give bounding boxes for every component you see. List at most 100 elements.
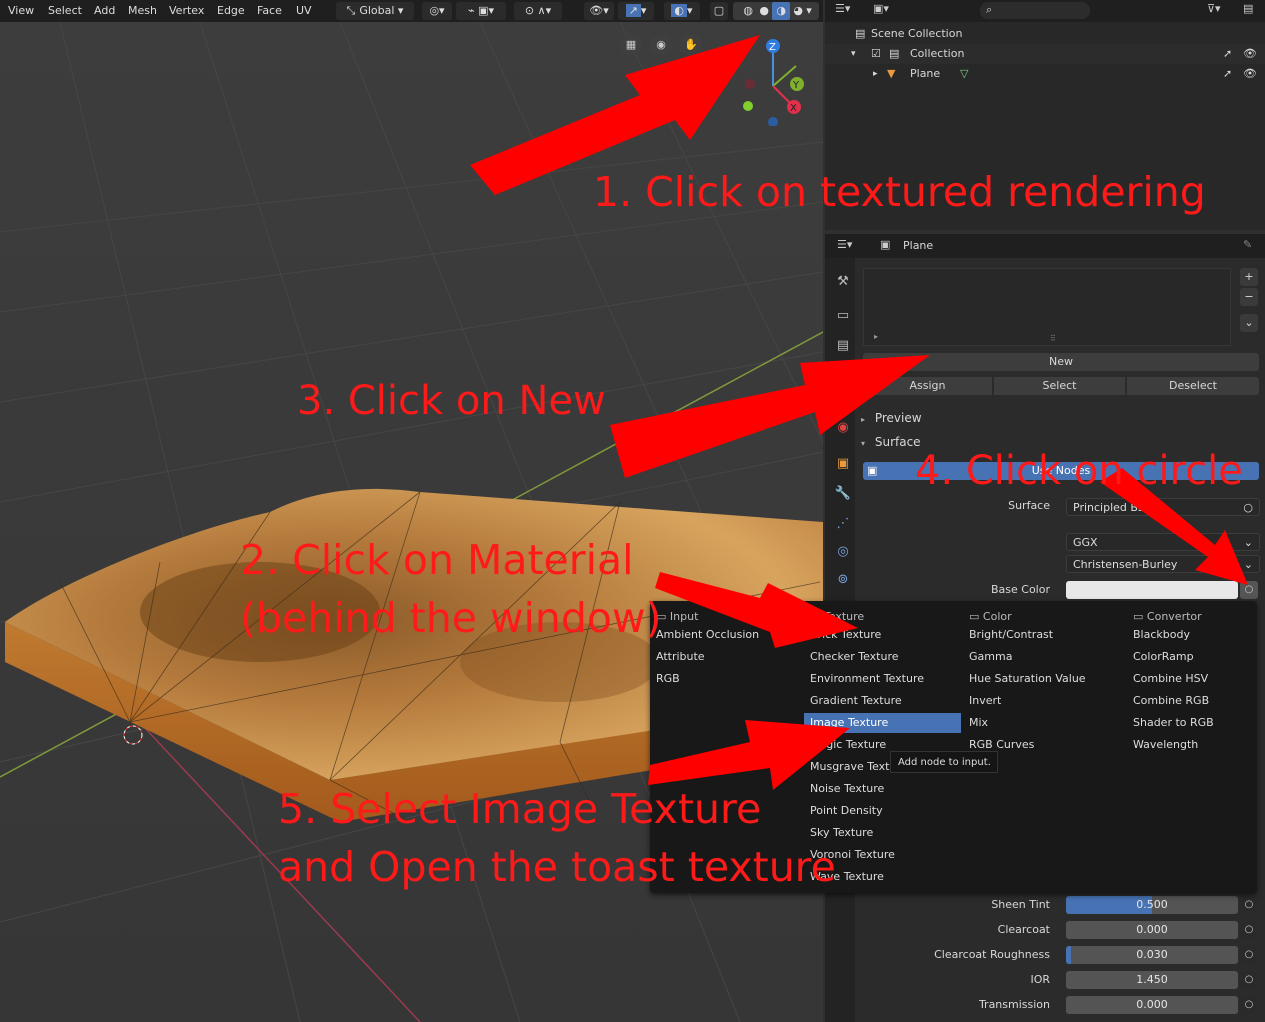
gizmo-icon[interactable]: ↗ ▾ [618, 2, 654, 20]
chevron-down-icon[interactable]: ⌄ [1240, 314, 1258, 332]
menu-item-combine-rgb[interactable]: Combine RGB [1127, 691, 1257, 711]
circle-icon[interactable]: ○ [1240, 896, 1258, 914]
surface-shader-selector[interactable]: Principled BSDF ○ [1066, 498, 1260, 516]
cursor-icon[interactable]: ➚ [1223, 64, 1232, 84]
menu-item-brick-texture[interactable]: Brick Texture [804, 625, 961, 645]
new-material-button[interactable]: New [863, 353, 1259, 371]
eye-icon[interactable]: 👁 [1243, 64, 1257, 84]
menu-item-rgb[interactable]: RGB [650, 669, 804, 689]
menu-edge[interactable]: Edge [213, 0, 249, 22]
plane-row[interactable]: ▸ ▼ Plane ▽ ➚ 👁 [825, 64, 1265, 84]
navigation-gizmo[interactable]: Z Y X [738, 36, 818, 126]
circle-icon[interactable]: ○ [1240, 971, 1258, 989]
collapse-icon[interactable]: ▸ [873, 64, 878, 84]
transmission-slider[interactable]: 0.000 [1066, 996, 1238, 1014]
menu-item-point-density[interactable]: Point Density [804, 801, 961, 821]
circle-icon[interactable]: ○ [1240, 921, 1258, 939]
particles-tab-icon[interactable]: ⋰ [833, 514, 853, 534]
camera-icon[interactable]: ◉ [650, 34, 672, 56]
remove-slot-icon[interactable]: − [1240, 288, 1258, 306]
menu-item-environment-texture[interactable]: Environment Texture [804, 669, 961, 689]
subsurface-method-dropdown[interactable]: Christensen-Burley ⌄ [1066, 555, 1260, 573]
expand-icon[interactable]: ▾ [851, 44, 856, 64]
menu-item-gamma[interactable]: Gamma [963, 647, 1127, 667]
menu-item-noise-texture[interactable]: Noise Texture [804, 779, 961, 799]
preview-panel-header[interactable]: ▸ Preview [861, 409, 1261, 427]
rendered-shading-icon[interactable]: ◕ [790, 2, 806, 20]
menu-add[interactable]: Add [90, 0, 119, 22]
menu-uv[interactable]: UV [292, 0, 316, 22]
overlay-icon[interactable]: ◐ ▾ [664, 2, 700, 20]
deselect-button[interactable]: Deselect [1127, 377, 1259, 395]
visibility-icon[interactable]: 👁▾ [584, 2, 614, 20]
pin-icon[interactable]: ✎ [1243, 238, 1252, 251]
menu-item-invert[interactable]: Invert [963, 691, 1127, 711]
eye-icon[interactable]: 👁 [1243, 44, 1257, 64]
object-icon: ▣ [880, 238, 891, 251]
material-slot-list[interactable]: ▸ ⠿ [863, 268, 1231, 346]
menu-item-gradient-texture[interactable]: Gradient Texture [804, 691, 961, 711]
checkbox-icon[interactable]: ☑ [871, 44, 881, 64]
output-tab-icon[interactable]: ▤ [833, 336, 853, 356]
menu-item-sky-texture[interactable]: Sky Texture [804, 823, 961, 843]
wireframe-shading-icon[interactable]: ◍ [740, 2, 756, 20]
sheen-tint-slider[interactable]: 0.500 [1066, 896, 1238, 914]
menu-item-attribute[interactable]: Attribute [650, 647, 804, 667]
grid-icon[interactable]: ▦ [620, 34, 642, 56]
scene-collection-row[interactable]: ▤ Scene Collection [825, 24, 1265, 44]
menu-select[interactable]: Select [44, 0, 86, 22]
menu-item-combine-hsv[interactable]: Combine HSV [1127, 669, 1257, 689]
cursor-icon[interactable]: ➚ [1223, 44, 1232, 64]
menu-item-wavelength[interactable]: Wavelength [1127, 735, 1257, 755]
physics-tab-icon[interactable]: ◎ [833, 542, 853, 562]
world-tab-icon[interactable]: ◉ [833, 418, 853, 438]
hand-icon[interactable]: ✋ [680, 34, 702, 56]
add-slot-icon[interactable]: + [1240, 268, 1258, 286]
menu-item-checker-texture[interactable]: Checker Texture [804, 647, 961, 667]
filter-icon[interactable]: ⊽▾ [1207, 2, 1221, 15]
menu-view[interactable]: View [4, 0, 38, 22]
new-collection-icon[interactable]: ▤ [1243, 2, 1253, 15]
base-color-socket-icon[interactable]: ○ [1240, 581, 1258, 599]
menu-mesh[interactable]: Mesh [124, 0, 161, 22]
menu-item-colorramp[interactable]: ColorRamp [1127, 647, 1257, 667]
xray-icon[interactable]: ▢ [710, 2, 728, 20]
resize-handle-icon[interactable]: ⠿ [1050, 334, 1056, 343]
menu-item-blackbody[interactable]: Blackbody [1127, 625, 1257, 645]
menu-item-ambient-occlusion[interactable]: Ambient Occlusion [650, 625, 804, 645]
menu-item-image-texture[interactable]: Image Texture [804, 713, 961, 733]
menu-item-bright-contrast[interactable]: Bright/Contrast [963, 625, 1127, 645]
menu-item-mix[interactable]: Mix [963, 713, 1127, 733]
material-preview-shading-icon[interactable]: ◑ [772, 2, 791, 20]
transform-orientation-dropdown[interactable]: ⤡ Global ▾ [336, 2, 414, 20]
distribution-dropdown[interactable]: GGX ⌄ [1066, 533, 1260, 551]
ior-slider[interactable]: 1.450 [1066, 971, 1238, 989]
solid-shading-icon[interactable]: ● [756, 2, 772, 20]
menu-face[interactable]: Face [253, 0, 286, 22]
proportional-edit-icon[interactable]: ⊙ ∧▾ [514, 2, 562, 20]
object-tab-icon[interactable]: ▣ [833, 454, 853, 474]
circle-icon[interactable]: ○ [1240, 996, 1258, 1014]
convertor-column-header: ▭ Convertor [1133, 610, 1202, 623]
assign-button[interactable]: Assign [863, 377, 992, 395]
tool-tab-icon[interactable]: ⚒ [833, 272, 853, 292]
search-input[interactable]: ⌕ [980, 2, 1090, 19]
pivot-icon[interactable]: ◎▾ [422, 2, 452, 20]
clearcoat-slider[interactable]: 0.000 [1066, 921, 1238, 939]
menu-item-musgrave-texture[interactable]: Musgrave Texture [804, 757, 890, 777]
menu-item-shader-to-rgb[interactable]: Shader to RGB [1127, 713, 1257, 733]
render-tab-icon[interactable]: ▭ [833, 306, 853, 326]
menu-item-hue-saturation-value[interactable]: Hue Saturation Value [963, 669, 1127, 689]
base-color-swatch[interactable] [1066, 581, 1238, 599]
collection-row[interactable]: ▾ ☑ ▤ Collection ➚ 👁 [825, 44, 1265, 64]
circle-icon[interactable]: ○ [1240, 946, 1258, 964]
editor-type-icon[interactable]: ☰▾ [837, 238, 852, 251]
expand-icon[interactable]: ▸ [874, 332, 878, 341]
chevron-down-icon: ⌄ [1243, 558, 1253, 571]
menu-vertex[interactable]: Vertex [165, 0, 208, 22]
clearcoat-roughness-slider[interactable]: 0.030 [1066, 946, 1238, 964]
snap-icon[interactable]: ⌁ ▣▾ [456, 2, 506, 20]
editor-type-icon[interactable]: ☰▾ [835, 2, 850, 15]
select-button[interactable]: Select [994, 377, 1125, 395]
display-mode-icon[interactable]: ▣▾ [873, 2, 889, 15]
